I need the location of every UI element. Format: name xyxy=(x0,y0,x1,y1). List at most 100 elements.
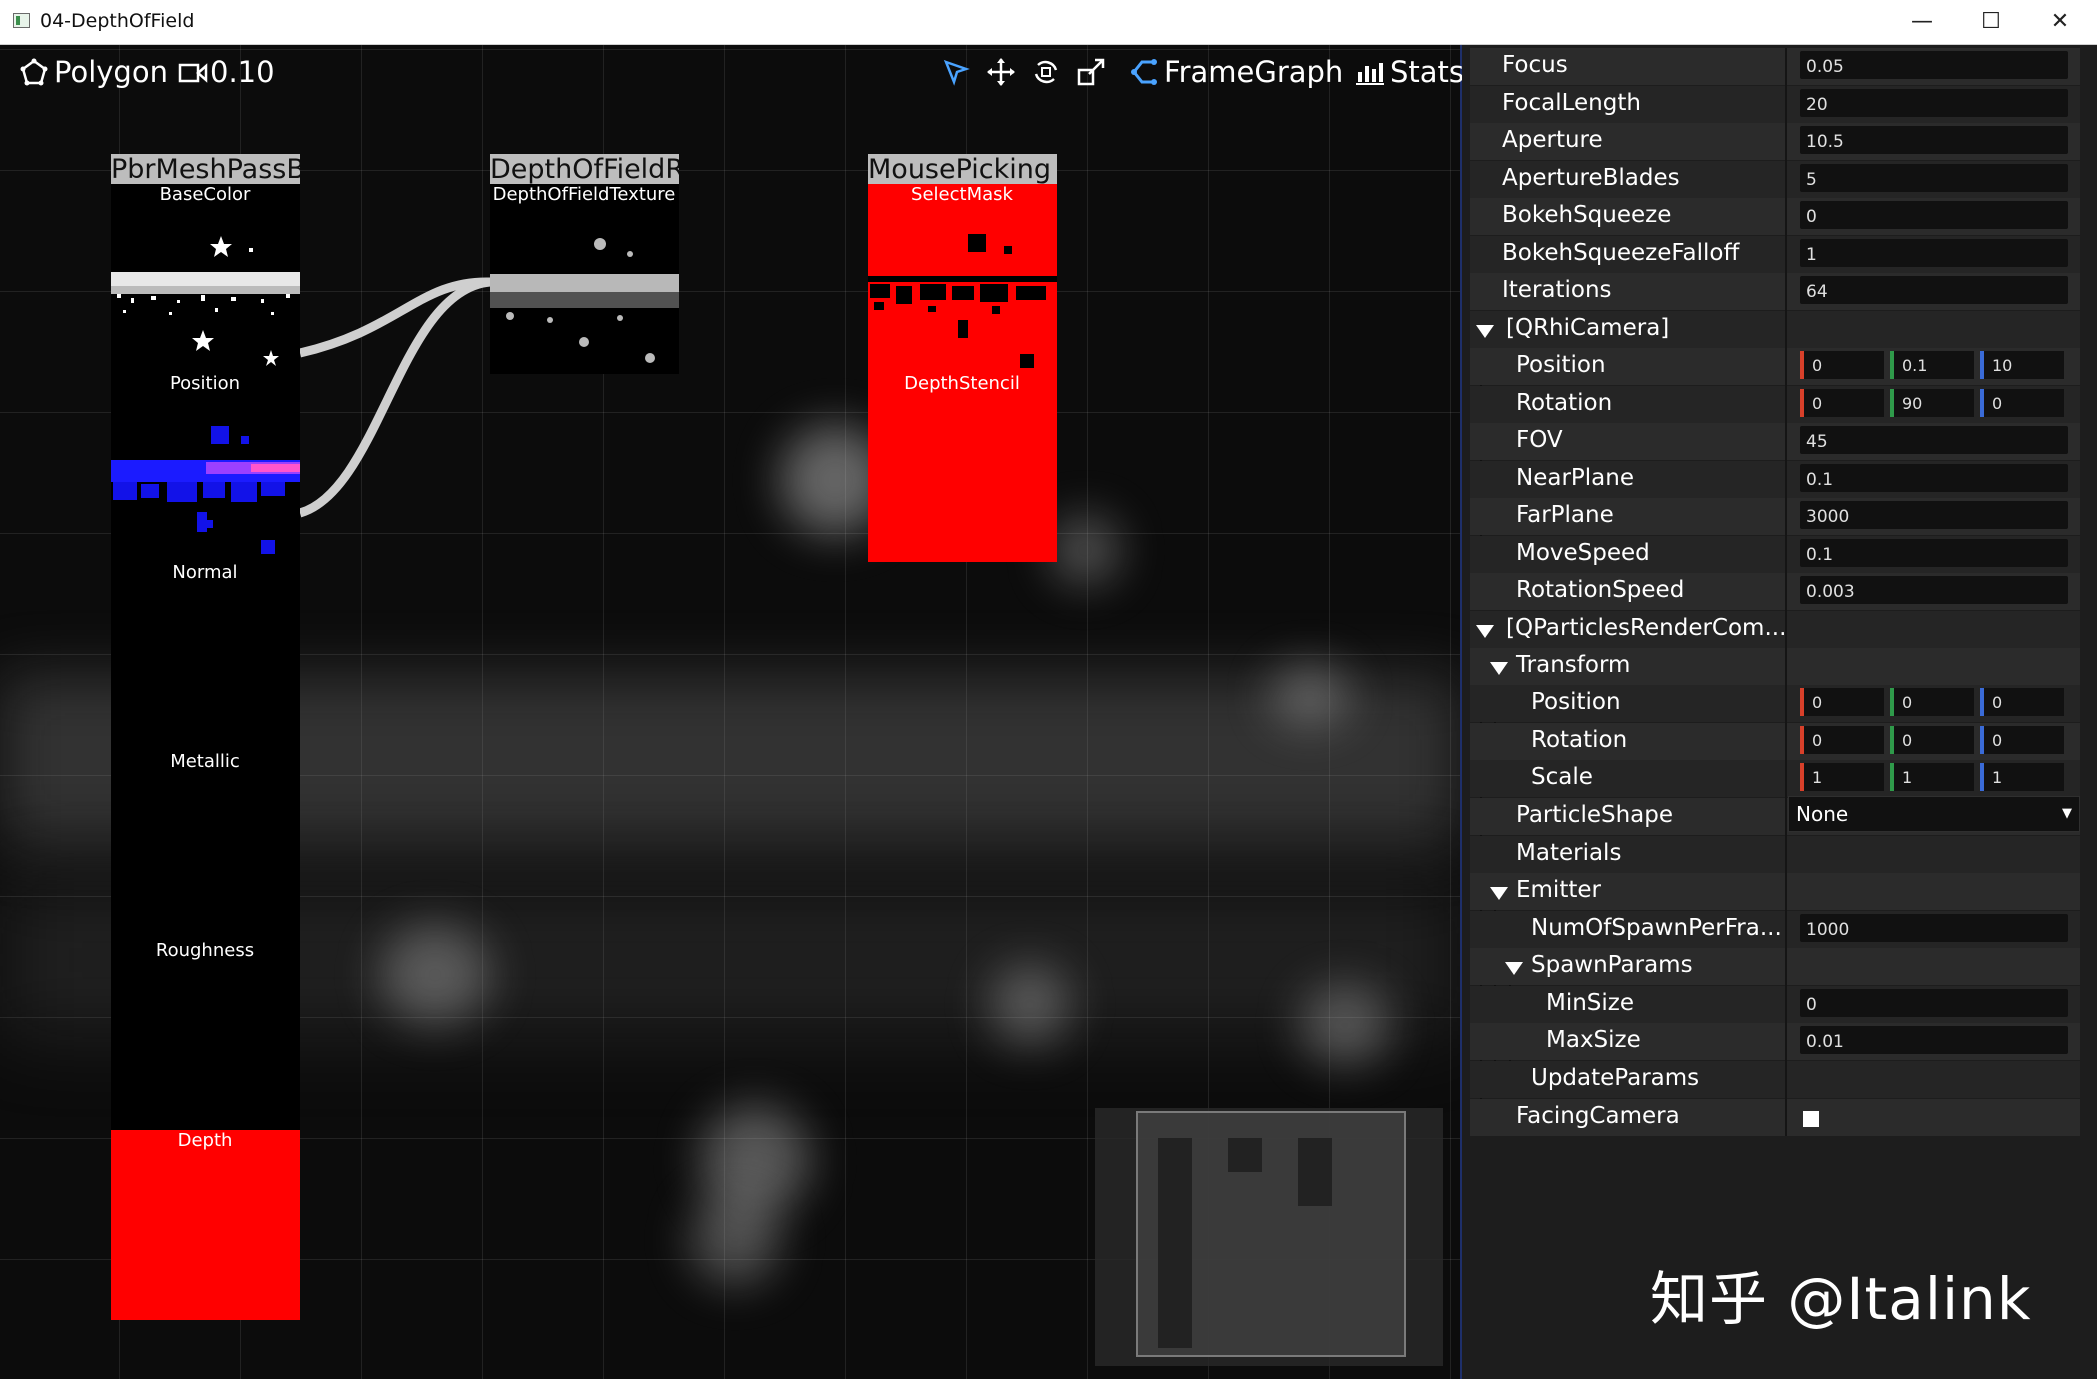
slot-normal-label: Normal xyxy=(172,562,238,583)
prop-label-update-params: UpdateParams xyxy=(1531,1065,1700,1091)
group-label-spawn-params: SpawnParams xyxy=(1531,952,1693,978)
facing-camera-checkbox[interactable] xyxy=(1803,1111,1819,1127)
pbr-node-title[interactable]: PbrMeshPassB xyxy=(111,154,300,184)
chevron-down-icon[interactable]: ▼ xyxy=(2062,806,2072,821)
group-label-transform: Transform xyxy=(1516,652,1631,678)
prop-input-bokeh-falloff[interactable] xyxy=(1800,239,2068,267)
tr-position-x-field[interactable]: 0 xyxy=(1800,688,1884,716)
prop-label-tr-scale: Scale xyxy=(1531,764,1593,790)
tr-scale-y-field[interactable]: 1 xyxy=(1890,763,1974,791)
slot-metallic-label: Metallic xyxy=(170,751,240,772)
dof-texture-preview xyxy=(490,230,679,370)
prop-input-near-plane[interactable] xyxy=(1800,464,2068,492)
prop-value-bokeh-squeeze: 0 xyxy=(1806,207,1817,227)
prop-label-fov: FOV xyxy=(1516,427,1563,453)
cam-position-x-field[interactable]: 0 xyxy=(1800,351,1884,379)
normal-preview xyxy=(111,420,300,560)
cam-rotation-y-field[interactable]: 90 xyxy=(1890,389,1974,417)
prop-label-facing-camera: FacingCamera xyxy=(1516,1103,1680,1129)
prop-value-num-spawn: 1000 xyxy=(1806,920,1850,940)
prop-input-fov[interactable] xyxy=(1800,426,2068,454)
prop-label-far-plane: FarPlane xyxy=(1516,502,1614,528)
prop-value-move-speed: 0.1 xyxy=(1806,545,1834,565)
prop-label-tr-rotation: Rotation xyxy=(1531,727,1628,753)
prop-value-near-plane: 0.1 xyxy=(1806,470,1834,490)
group-label-camera: [QRhiCamera] xyxy=(1506,315,1670,341)
minimize-button[interactable]: — xyxy=(1888,0,1956,44)
prop-label-max-size: MaxSize xyxy=(1546,1027,1641,1053)
expand-arrow-icon[interactable] xyxy=(1505,962,1523,975)
watermark-text: 知乎 @Italink xyxy=(1650,1265,2032,1333)
group-label-emitter: Emitter xyxy=(1516,877,1601,903)
mousepicking-node-title[interactable]: MousePicking xyxy=(868,154,1057,184)
cam-rotation-z-field[interactable]: 0 xyxy=(1980,389,2064,417)
prop-label-near-plane: NearPlane xyxy=(1516,465,1634,491)
prop-input-iterations[interactable] xyxy=(1800,276,2068,304)
column-separator[interactable] xyxy=(1785,48,1787,1136)
slot-dof-texture-label: DepthOfFieldTexture xyxy=(492,184,676,205)
prop-label-tr-position: Position xyxy=(1531,689,1621,715)
tr-scale-x-field[interactable]: 1 xyxy=(1800,763,1884,791)
prop-input-focal-length[interactable] xyxy=(1800,89,2068,117)
minimap-node xyxy=(1228,1138,1262,1172)
prop-input-aperture-blades[interactable] xyxy=(1800,164,2068,192)
minimap-node xyxy=(1158,1138,1192,1348)
tr-rotation-x-field[interactable]: 0 xyxy=(1800,726,1884,754)
prop-value-aperture: 10.5 xyxy=(1806,132,1844,152)
prop-label-bokeh-squeeze: BokehSqueeze xyxy=(1502,202,1672,228)
expand-arrow-icon[interactable] xyxy=(1490,662,1508,675)
minimap-node xyxy=(1298,1138,1332,1206)
close-button[interactable]: ✕ xyxy=(2026,0,2094,44)
prop-value-rotation-speed: 0.003 xyxy=(1806,582,1855,602)
maximize-button[interactable]: ☐ xyxy=(1957,0,2025,44)
prop-value-far-plane: 3000 xyxy=(1806,507,1850,527)
prop-input-move-speed[interactable] xyxy=(1800,539,2068,567)
prop-label-aperture: Aperture xyxy=(1502,127,1603,153)
prop-label-focus: Focus xyxy=(1502,52,1568,78)
tr-rotation-z-field[interactable]: 0 xyxy=(1980,726,2064,754)
slot-position-label: Position xyxy=(169,373,241,394)
depth-preview xyxy=(111,1130,300,1320)
slot-selectmask-label: SelectMask xyxy=(911,184,1013,205)
cam-position-y-field[interactable]: 0.1 xyxy=(1890,351,1974,379)
slot-roughness-label: Roughness xyxy=(155,940,255,961)
selectmask-preview xyxy=(868,230,1057,370)
expand-arrow-icon[interactable] xyxy=(1476,325,1494,338)
prop-label-particle-shape: ParticleShape xyxy=(1516,802,1674,828)
slot-depthstencil-label: DepthStencil xyxy=(904,373,1020,394)
particle-shape-value: None xyxy=(1796,802,1849,826)
prop-value-focal-length: 20 xyxy=(1806,95,1828,115)
prop-value-min-size: 0 xyxy=(1806,995,1817,1015)
slot-basecolor-label: BaseColor xyxy=(159,184,251,205)
expand-arrow-icon[interactable] xyxy=(1490,887,1508,900)
prop-label-focal-length: FocalLength xyxy=(1502,90,1641,116)
prop-label-num-spawn: NumOfSpawnPerFra... xyxy=(1531,915,1782,941)
prop-label-aperture-blades: ApertureBlades xyxy=(1502,165,1680,191)
prop-value-focus: 0.05 xyxy=(1806,57,1844,77)
tr-position-z-field[interactable]: 0 xyxy=(1980,688,2064,716)
tr-rotation-y-field[interactable]: 0 xyxy=(1890,726,1974,754)
prop-value-max-size: 0.01 xyxy=(1806,1032,1844,1052)
prop-value-iterations: 64 xyxy=(1806,282,1828,302)
cam-position-z-field[interactable]: 10 xyxy=(1980,351,2064,379)
cam-rotation-x-field[interactable]: 0 xyxy=(1800,389,1884,417)
prop-label-cam-position: Position xyxy=(1516,352,1606,378)
dof-node-title[interactable]: DepthOfFieldR xyxy=(490,154,679,184)
tr-position-y-field[interactable]: 0 xyxy=(1890,688,1974,716)
prop-label-bokeh-falloff: BokehSqueezeFalloff xyxy=(1502,240,1740,266)
prop-label-move-speed: MoveSpeed xyxy=(1516,540,1650,566)
basecolor-preview xyxy=(111,230,300,380)
prop-value-bokeh-falloff: 1 xyxy=(1806,245,1817,265)
tr-scale-z-field[interactable]: 1 xyxy=(1980,763,2064,791)
group-label-particles: [QParticlesRenderCom... xyxy=(1506,615,1787,641)
prop-value-fov: 45 xyxy=(1806,432,1828,452)
prop-label-cam-rotation: Rotation xyxy=(1516,390,1613,416)
prop-input-bokeh-squeeze[interactable] xyxy=(1800,201,2068,229)
prop-label-rotation-speed: RotationSpeed xyxy=(1516,577,1685,603)
expand-arrow-icon[interactable] xyxy=(1476,625,1494,638)
prop-label-iterations: Iterations xyxy=(1502,277,1612,303)
prop-value-aperture-blades: 5 xyxy=(1806,170,1817,190)
prop-label-min-size: MinSize xyxy=(1546,990,1635,1016)
prop-input-min-size[interactable] xyxy=(1800,989,2068,1017)
slot-depth-label: Depth xyxy=(177,1130,233,1151)
